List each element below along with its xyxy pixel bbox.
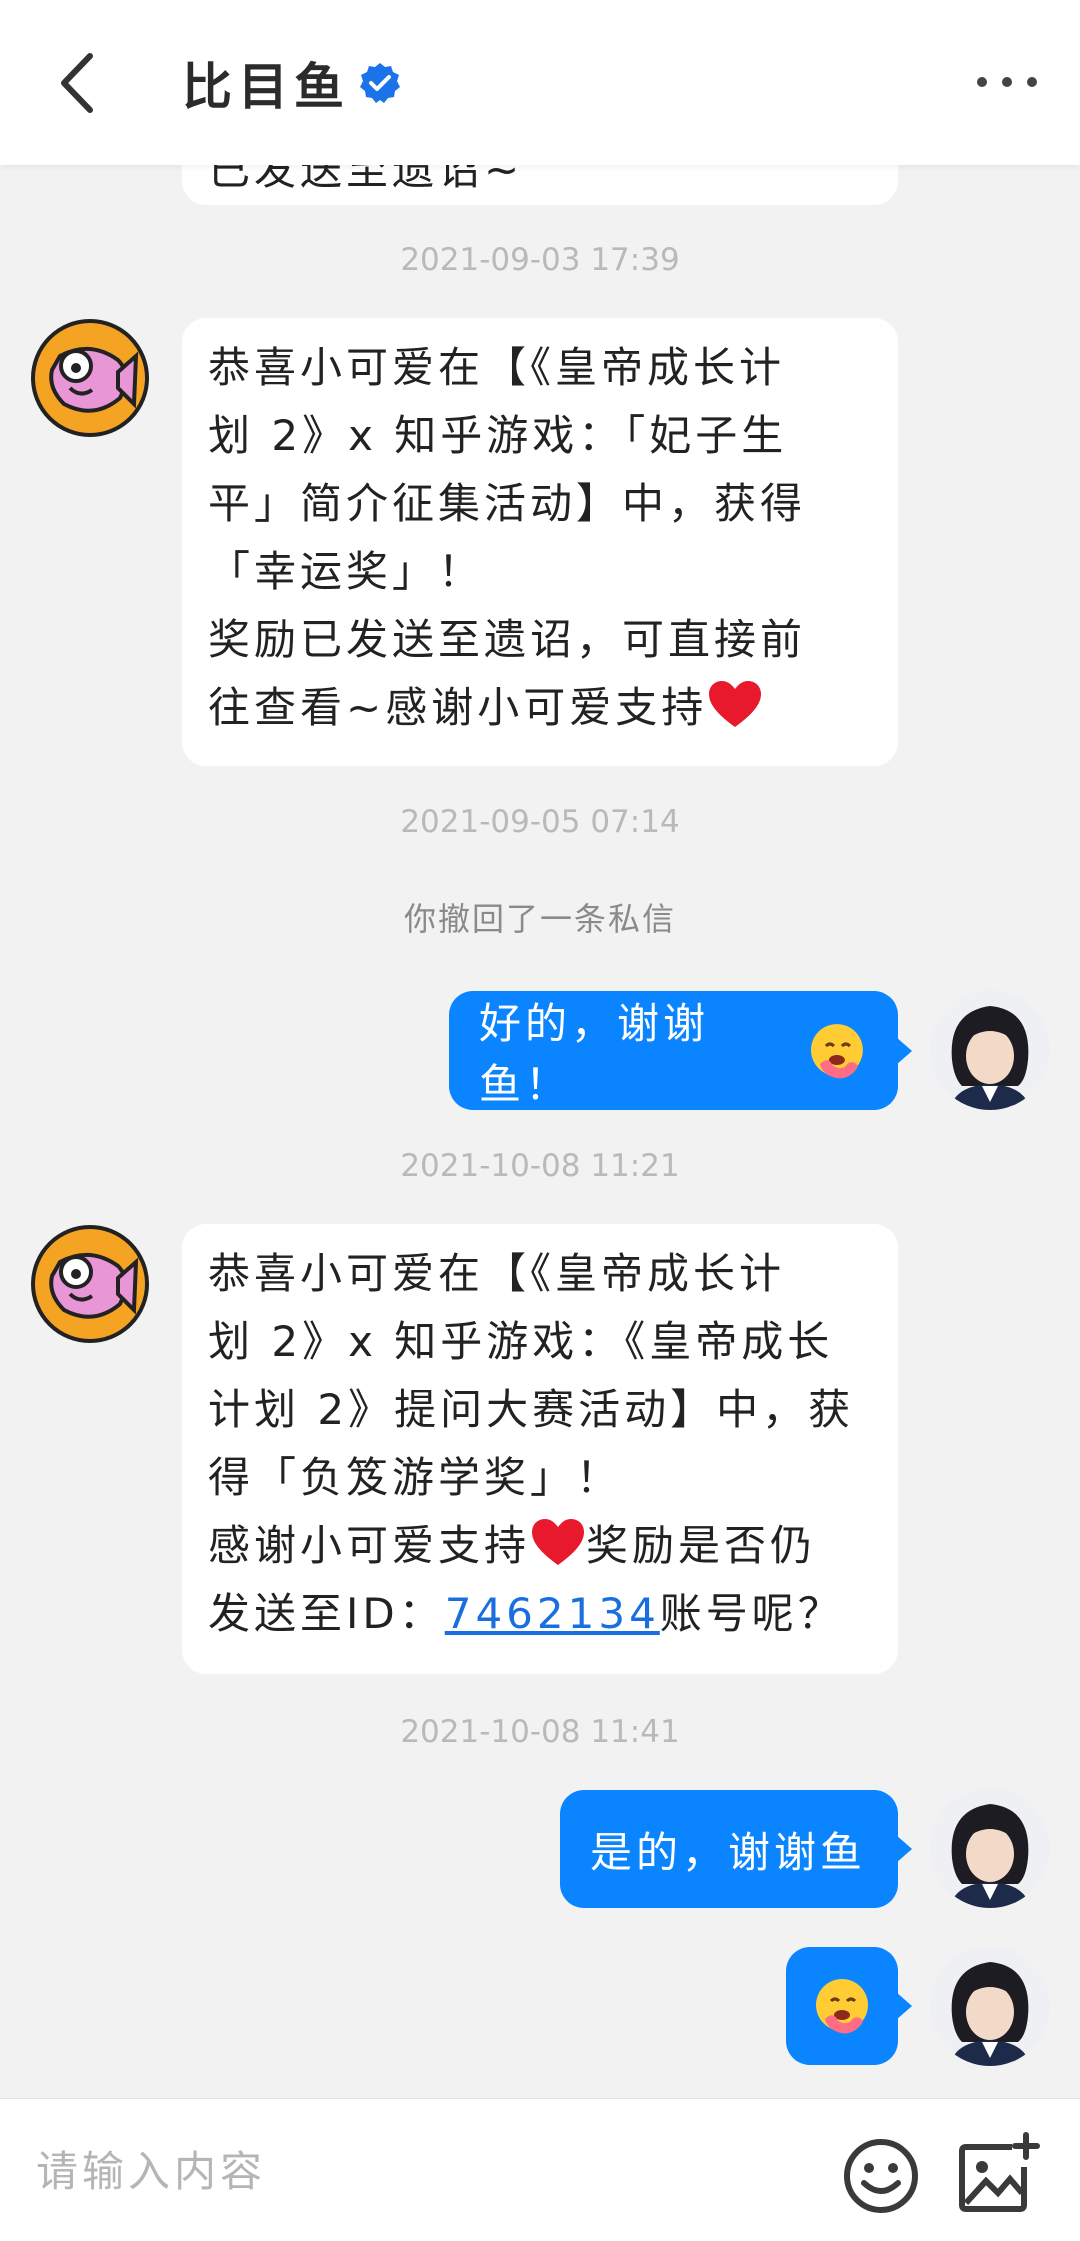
chat-title: 比目鱼 [182, 58, 350, 116]
fish-avatar[interactable] [30, 1224, 150, 1344]
message-line: 感谢小可爱支持 奖励是否仍 [208, 1512, 872, 1580]
user-avatar[interactable] [930, 1788, 1050, 1908]
message-line: 恭喜小可爱在【《皇帝成长计 [208, 343, 786, 392]
message-text: 账号呢？ [659, 1589, 844, 1638]
message-text: 好的，谢谢鱼！ [479, 998, 710, 1109]
user-id-link[interactable]: 7462134 [445, 1589, 660, 1638]
my-message-bubble: 好的，谢谢鱼！ [449, 991, 912, 1110]
more-dots-icon[interactable] [972, 70, 1042, 94]
verified-check-icon [360, 63, 400, 103]
message-text: 感谢小可爱支持 [208, 1521, 531, 1570]
message-bubble: 恭喜小可爱在【《皇帝成长计 划 2》x 知乎游戏：「妃子生 平」简介征集活动】中… [182, 318, 898, 766]
message-text: 奖励是否仍 [586, 1521, 817, 1570]
message-line: 发送至ID：7462134账号呢？ [208, 1580, 872, 1648]
my-message-bubble: 是的，谢谢鱼 [560, 1790, 912, 1908]
message-input-bar [0, 2098, 1080, 2241]
fish-avatar[interactable] [30, 318, 150, 438]
hugging-face-emoji-icon [816, 1979, 868, 2034]
message-text: 往查看~感谢小可爱支持 [208, 683, 708, 732]
heart-icon [709, 681, 762, 727]
message-bubble: 恭喜小可爱在【《皇帝成长计 划 2》x 知乎游戏：《皇帝成长 计划 2》提问大赛… [182, 1224, 898, 1674]
message-line: 平」简介征集活动】中，获得 [208, 479, 807, 528]
user-avatar-image [930, 990, 1050, 1110]
user-avatar[interactable] [930, 1946, 1050, 2066]
my-message-bubble [786, 1947, 912, 2065]
hugging-face-emoji-icon [811, 1023, 864, 1078]
chat-title-group: 比目鱼 [182, 48, 402, 118]
chat-header: 比目鱼 [0, 0, 1080, 165]
message-line: 划 2》x 知乎游戏：「妃子生 [208, 411, 788, 460]
timestamp: 2021-10-08 11:41 [400, 1714, 680, 1750]
message-input[interactable] [34, 2135, 798, 2207]
message-line: 计划 2》提问大赛活动】中，获 [208, 1385, 855, 1434]
message-line: 恭喜小可爱在【《皇帝成长计 [208, 1249, 786, 1298]
user-avatar-image [930, 1788, 1050, 1908]
message-line: 得「负笈游学奖」！ [208, 1453, 623, 1502]
timestamp: 2021-09-03 17:39 [400, 242, 680, 278]
emoji-picker-icon[interactable] [842, 2137, 920, 2215]
user-avatar-image [930, 1946, 1050, 2066]
recall-notice: 你撤回了一条私信 [403, 900, 676, 938]
chat-area[interactable]: 已发送至遗诏~ 2021-09-03 17:39 恭喜小可爱在【《皇帝成长计 划… [0, 0, 1080, 2100]
message-line: 「幸运奖」！ [208, 547, 485, 596]
user-avatar[interactable] [930, 990, 1050, 1110]
add-image-icon[interactable] [956, 2131, 1040, 2215]
chevron-left-icon[interactable] [50, 48, 110, 118]
message-line: 奖励已发送至遗诏，可直接前 [208, 615, 807, 664]
message-text: 发送至ID： [208, 1589, 445, 1638]
message-line: 划 2》x 知乎游戏：《皇帝成长 [208, 1317, 834, 1366]
timestamp: 2021-10-08 11:21 [400, 1148, 680, 1184]
timestamp: 2021-09-05 07:14 [400, 804, 680, 840]
heart-icon [532, 1519, 585, 1565]
message-line: 往查看~感谢小可爱支持 [208, 674, 872, 742]
message-text: 是的，谢谢鱼 [590, 1827, 867, 1877]
